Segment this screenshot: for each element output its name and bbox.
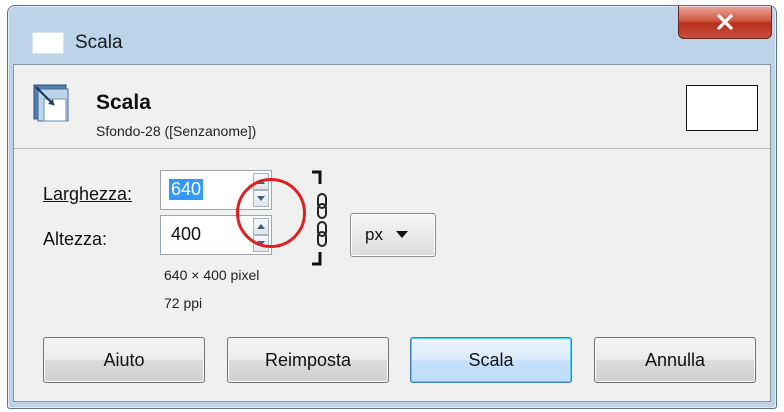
height-increment[interactable] — [253, 218, 269, 235]
close-icon — [717, 14, 733, 30]
dialog-title: Scala — [96, 91, 151, 114]
height-spinner[interactable] — [253, 218, 269, 252]
reset-button-label: Reimposta — [264, 349, 352, 370]
arrow-up-icon — [257, 224, 265, 229]
image-preview — [686, 85, 758, 131]
scale-button-label: Scala — [468, 349, 514, 370]
window-title: Scala — [75, 32, 123, 53]
chain-link-icon[interactable] — [308, 170, 338, 266]
width-field[interactable]: 640 — [160, 170, 272, 210]
scale-tool-icon — [33, 84, 69, 122]
unit-dropdown[interactable]: px — [350, 213, 436, 257]
dialog-header: Scala Sfondo-28 ([Senzanome]) — [14, 65, 770, 149]
image-name: Sfondo-28 ([Senzanome]) — [96, 123, 257, 139]
width-decrement[interactable] — [253, 190, 269, 207]
height-decrement[interactable] — [253, 235, 269, 252]
pixel-size-info: 640 × 400 pixel — [164, 267, 260, 283]
width-increment[interactable] — [253, 173, 269, 190]
arrow-down-icon — [257, 241, 265, 246]
title-bar[interactable]: Scala — [8, 6, 776, 64]
reset-button[interactable]: Reimposta — [227, 337, 389, 383]
height-field[interactable]: 400 — [160, 215, 272, 255]
cancel-button[interactable]: Annulla — [594, 337, 756, 383]
help-button[interactable]: Aiuto — [43, 337, 205, 383]
scale-button[interactable]: Scala — [410, 337, 572, 383]
dialog-body: Scala Sfondo-28 ([Senzanome]) Larghezza:… — [13, 64, 771, 402]
resolution-info: 72 ppi — [164, 295, 203, 311]
width-label-mnemonic: Larghezza: — [43, 184, 133, 204]
height-label: Altezza: — [43, 229, 108, 249]
width-label: Larghezza: — [43, 184, 132, 205]
help-button-label: Aiuto — [103, 349, 145, 370]
height-value[interactable]: 400 — [169, 224, 203, 245]
dialog-window: Scala Scala Sfondo-28 ([Senzanome]) Larg… — [7, 5, 777, 409]
close-button[interactable] — [678, 6, 772, 39]
width-spinner[interactable] — [253, 173, 269, 207]
window-icon — [32, 32, 64, 54]
unit-value: px — [365, 225, 383, 244]
chevron-down-icon — [396, 231, 408, 238]
width-value[interactable]: 640 — [169, 179, 204, 200]
cancel-button-label: Annulla — [644, 349, 706, 370]
arrow-down-icon — [257, 196, 265, 201]
arrow-up-icon — [257, 179, 265, 184]
